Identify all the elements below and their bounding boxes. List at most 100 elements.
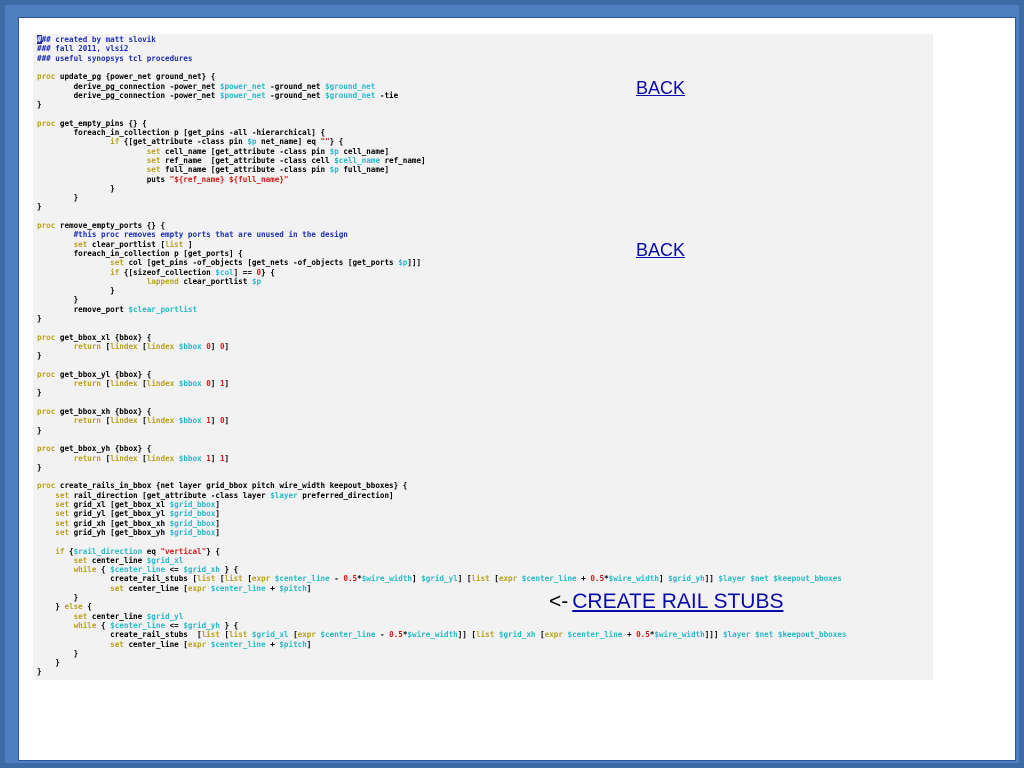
- code-token: }: [37, 425, 42, 435]
- code-token: foreach_in_collection p [get_ports] {: [37, 248, 243, 258]
- code-token: $pitch: [279, 583, 307, 593]
- back-link-top[interactable]: BACK: [636, 78, 685, 99]
- code-token: get_bbox_xl {bbox} {: [55, 332, 152, 342]
- code-token: $clear_portlist: [128, 304, 198, 314]
- code-token: $grid_xl: [146, 555, 184, 565]
- code-token: {[sizeof_collection: [119, 267, 216, 277]
- code-token: } {: [206, 546, 220, 556]
- code-token: }: [37, 286, 115, 296]
- code-token: $grid_bbox: [169, 509, 216, 519]
- code-token: if: [110, 137, 120, 147]
- code-token: ]: [215, 500, 220, 509]
- code-token: $grid_xl: [251, 630, 289, 640]
- code-token: }: [37, 593, 79, 602]
- code-line: ### useful synopsys tcl procedures: [37, 54, 192, 63]
- code-line: }: [37, 295, 79, 304]
- code-line: }: [37, 648, 79, 658]
- code-token: clear_portlist [: [87, 239, 166, 249]
- code-token: $cell_name: [334, 155, 380, 165]
- back-link-middle[interactable]: BACK: [636, 240, 685, 261]
- code-token: $grid_bbox: [169, 527, 216, 537]
- code-token: proc: [37, 332, 56, 342]
- code-token: }: [37, 648, 79, 658]
- code-token: $center_line: [210, 583, 266, 593]
- code-line: }: [37, 426, 42, 435]
- code-line: proc create_rails_in_bbox {net layer gri…: [37, 481, 407, 490]
- code-token: ]: [183, 239, 193, 249]
- code-token: "${ref_name} ${full_name}": [169, 174, 289, 184]
- code-token: cell_name [get_attribute -class pin: [160, 146, 330, 156]
- code-token: ### useful synopsys tcl procedures: [37, 53, 193, 63]
- code-line: proc get_bbox_yl {bbox} {: [37, 370, 151, 379]
- code-line: }: [37, 667, 42, 676]
- code-line: }: [37, 202, 42, 211]
- code-line: }: [37, 593, 79, 602]
- code-token: center_line: [87, 611, 147, 621]
- code-line: create_rail_stubs [list [list [expr $cen…: [37, 574, 842, 583]
- code-token: ]: [210, 416, 220, 426]
- code-token: while: [73, 565, 97, 575]
- code-line: ### created by matt slovik: [37, 35, 156, 44]
- code-line: }: [37, 193, 79, 202]
- code-token: $keepout_bboxes: [773, 574, 842, 584]
- code-token: $power_net: [219, 90, 266, 100]
- code-token: list: [165, 239, 184, 249]
- code-token: ]: [306, 639, 312, 649]
- code-token: create_rail_stubs [: [37, 630, 202, 640]
- code-token: } {: [219, 565, 239, 575]
- code-token: set: [73, 555, 88, 565]
- code-token: set: [146, 155, 161, 165]
- code-token: else: [64, 602, 83, 612]
- code-token: $pitch: [279, 639, 307, 649]
- code-token: {: [96, 620, 111, 630]
- code-token: preferred_direction]: [297, 490, 394, 500]
- code-token: $center_line: [110, 620, 166, 630]
- code-line: }: [37, 286, 115, 295]
- code-token: center_line: [87, 555, 147, 565]
- code-token: }: [37, 658, 60, 668]
- code-line: set center_line $grid_yl: [37, 611, 184, 621]
- code-token: ## created by matt slovik: [41, 35, 156, 44]
- code-token: [: [101, 379, 111, 389]
- code-token: rail_direction [get_attribute -class lay…: [69, 490, 271, 500]
- code-token: $layer: [722, 630, 751, 640]
- code-token: net_name] eq: [256, 137, 321, 147]
- code-token: ]] [: [457, 630, 477, 640]
- code-token: $wire_width: [608, 574, 659, 584]
- code-token: $bbox: [178, 453, 202, 463]
- code-line: set grid_yl [get_bbox_yl $grid_bbox]: [37, 509, 220, 518]
- code-token: lindex: [110, 341, 138, 351]
- create-rail-stubs-link[interactable]: CREATE RAIL STUBS: [572, 590, 783, 613]
- code-token: set: [73, 239, 88, 249]
- code-token: $net: [755, 630, 774, 640]
- code-token: center_line [: [123, 583, 188, 593]
- code-token: [: [101, 453, 111, 463]
- code-line: set center_line [expr $center_line + $pi…: [37, 640, 311, 649]
- code-token: }: [37, 202, 42, 212]
- code-line: set cell_name [get_attribute -class pin …: [37, 147, 389, 156]
- code-token: $p: [329, 165, 339, 175]
- code-token: create_rail_stubs [: [37, 574, 198, 584]
- code-token: return: [73, 416, 102, 426]
- code-token: -: [329, 574, 344, 584]
- code-token: lindex: [146, 416, 175, 426]
- slide: ### created by matt slovik ### fall 2011,…: [18, 17, 1016, 761]
- code-token: set: [55, 527, 70, 537]
- code-token: +: [622, 630, 637, 640]
- code-line: proc remove_empty_ports {} {: [37, 221, 165, 230]
- code-token: foreach_in_collection p [get_pins -all -…: [37, 128, 326, 137]
- code-token: }: [37, 462, 42, 472]
- code-token: "vertical": [160, 546, 207, 556]
- code-line: lappend clear_portlist $p: [37, 277, 261, 286]
- code-token: set: [146, 146, 161, 156]
- code-token: set: [55, 518, 70, 528]
- code-line: }: [37, 388, 42, 397]
